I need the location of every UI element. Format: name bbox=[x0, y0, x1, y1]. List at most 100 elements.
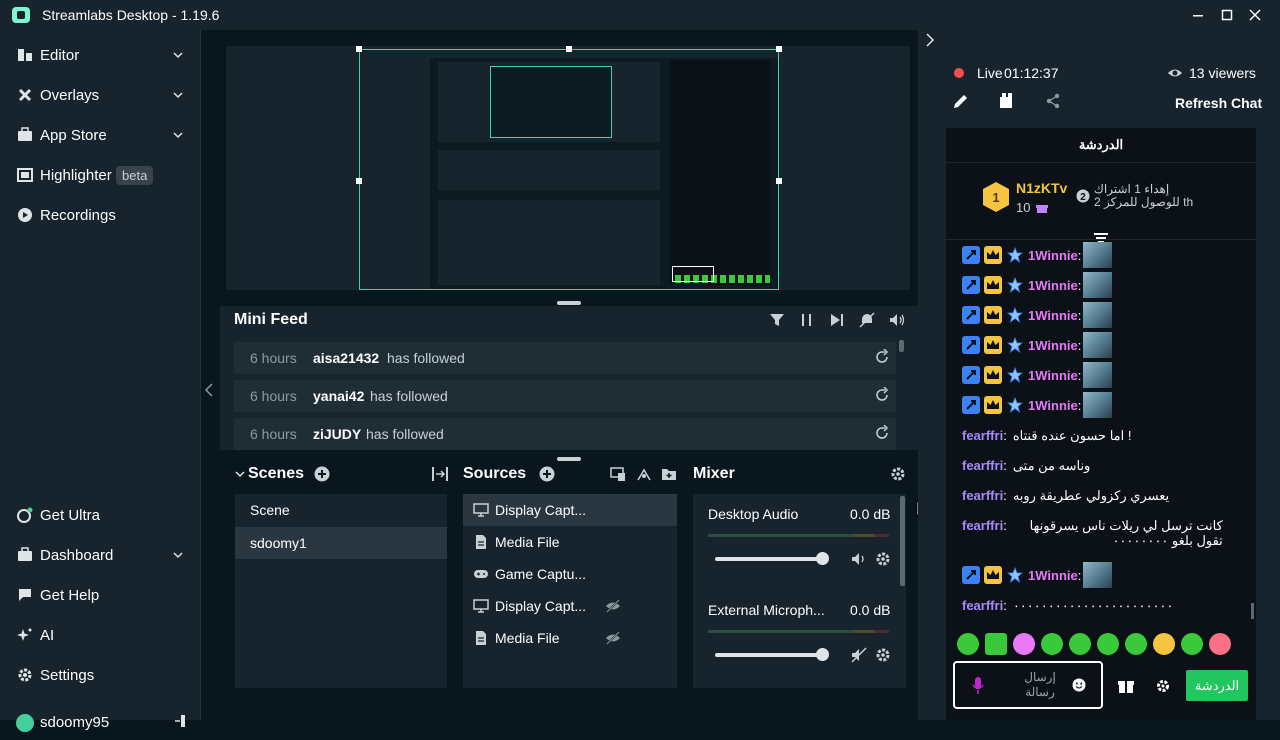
stream-preview[interactable] bbox=[359, 49, 779, 290]
chat-username[interactable]: 1Winnie bbox=[1028, 278, 1078, 293]
chat-username[interactable]: 1Winnie bbox=[1028, 248, 1078, 263]
pause-icon[interactable] bbox=[798, 311, 816, 329]
add-scene-icon[interactable] bbox=[314, 466, 330, 482]
skip-icon[interactable] bbox=[828, 311, 846, 329]
replay-icon[interactable] bbox=[874, 387, 890, 403]
scene-item-selected[interactable]: sdoomy1 bbox=[235, 527, 447, 559]
replay-icon[interactable] bbox=[874, 425, 890, 441]
chat-username[interactable]: fearffri bbox=[962, 518, 1003, 533]
chat-username[interactable]: 1Winnie bbox=[1028, 308, 1078, 323]
chat-username[interactable]: 1Winnie bbox=[1028, 338, 1078, 353]
chat-username[interactable]: fearffri bbox=[962, 488, 1003, 503]
chat-settings-icon[interactable] bbox=[1156, 679, 1170, 693]
panel-resize-handle[interactable] bbox=[557, 457, 581, 461]
emote[interactable] bbox=[957, 633, 979, 655]
replay-icon[interactable] bbox=[874, 349, 890, 365]
edit-stream-icon[interactable] bbox=[952, 92, 970, 110]
maximize-icon[interactable] bbox=[1217, 5, 1237, 25]
emote[interactable] bbox=[1209, 633, 1231, 655]
gift-shop-icon[interactable] bbox=[1118, 678, 1134, 694]
add-source-icon[interactable] bbox=[539, 466, 555, 482]
sidebar-item-highlighter[interactable]: Highlighter beta bbox=[0, 155, 200, 195]
chat-username[interactable]: fearffri bbox=[962, 598, 1003, 613]
sidebar-item-settings[interactable]: Settings bbox=[0, 655, 200, 695]
ai-sparkle-icon bbox=[16, 626, 34, 644]
source-item[interactable]: Game Captu... bbox=[463, 558, 677, 590]
sidebar-item-ai[interactable]: AI bbox=[0, 615, 200, 655]
sidebar-item-editor[interactable]: Editor bbox=[0, 35, 200, 75]
source-item[interactable]: Display Capt... bbox=[463, 590, 677, 622]
moderator-badge-icon bbox=[962, 306, 980, 324]
resize-handle[interactable] bbox=[356, 46, 362, 52]
volume-slider[interactable] bbox=[715, 557, 827, 561]
channel-settings-icon[interactable] bbox=[875, 647, 891, 663]
filter-icon[interactable] bbox=[768, 311, 786, 329]
chat-username[interactable]: 1Winnie bbox=[1028, 398, 1078, 413]
refresh-chat-button[interactable]: Refresh Chat bbox=[1175, 95, 1262, 111]
send-chat-button[interactable]: الدردشة bbox=[1186, 670, 1248, 701]
microphone-icon[interactable] bbox=[971, 676, 985, 696]
feed-time: 6 hours bbox=[250, 350, 297, 366]
scrollbar[interactable] bbox=[1251, 603, 1254, 619]
selective-recording-icon[interactable] bbox=[610, 466, 626, 482]
chevron-down-icon[interactable] bbox=[235, 469, 245, 479]
source-item[interactable]: Media File bbox=[463, 526, 677, 558]
chat-message: fearffri:٠٠٠٠٠٠٠٠٠٠٠٠٠٠٠٠٠٠٠٠٠٠٠ bbox=[962, 590, 1252, 620]
user-account-row[interactable]: sdoomy95 bbox=[0, 710, 200, 740]
chevron-down-icon bbox=[173, 552, 183, 559]
sidebar-item-app-store[interactable]: App Store bbox=[0, 115, 200, 155]
volume-slider-knob[interactable] bbox=[816, 552, 829, 565]
source-item[interactable]: Media File bbox=[463, 622, 677, 654]
minimize-icon[interactable] bbox=[1188, 5, 1208, 25]
chat-username[interactable]: 1Winnie bbox=[1028, 568, 1078, 583]
emote[interactable] bbox=[1181, 633, 1203, 655]
scene-item[interactable]: Scene bbox=[235, 494, 447, 526]
chat-username[interactable]: fearffri bbox=[962, 428, 1003, 443]
crown-badge-icon bbox=[984, 366, 1002, 384]
close-icon[interactable] bbox=[1245, 5, 1265, 25]
sidebar-item-get-ultra[interactable]: Get Ultra bbox=[0, 495, 200, 535]
chat-input[interactable]: إرسال رسالة bbox=[953, 661, 1103, 709]
resize-handle[interactable] bbox=[356, 178, 362, 184]
chat-username[interactable]: fearffri bbox=[962, 458, 1003, 473]
volume-slider-knob[interactable] bbox=[816, 648, 829, 661]
emote[interactable] bbox=[1013, 633, 1035, 655]
resize-handle[interactable] bbox=[776, 46, 782, 52]
eye-hidden-icon[interactable] bbox=[605, 630, 621, 646]
emoji-picker-icon[interactable] bbox=[1072, 678, 1086, 692]
emote[interactable] bbox=[1153, 633, 1175, 655]
emote[interactable] bbox=[985, 633, 1007, 655]
add-folder-icon[interactable] bbox=[661, 466, 677, 482]
emote[interactable] bbox=[1097, 633, 1119, 655]
mute-alerts-icon[interactable] bbox=[858, 311, 876, 329]
speaker-muted-icon[interactable] bbox=[851, 647, 867, 663]
share-icon[interactable] bbox=[1045, 93, 1061, 109]
volume-slider[interactable] bbox=[715, 653, 827, 657]
scrollbar[interactable] bbox=[900, 496, 905, 586]
eye-hidden-icon[interactable] bbox=[605, 598, 621, 614]
sidebar-item-get-help[interactable]: Get Help bbox=[0, 575, 200, 615]
emote[interactable] bbox=[1041, 633, 1063, 655]
scrollbar[interactable] bbox=[899, 340, 904, 352]
logout-icon[interactable] bbox=[174, 714, 186, 728]
chat-username[interactable]: 1Winnie bbox=[1028, 368, 1078, 383]
scene-transition-icon[interactable] bbox=[431, 466, 449, 482]
resize-handle[interactable] bbox=[566, 46, 572, 52]
speaker-icon[interactable] bbox=[851, 551, 867, 567]
channel-settings-icon[interactable] bbox=[875, 551, 891, 567]
sidebar-item-dashboard[interactable]: Dashboard bbox=[0, 535, 200, 575]
chevron-right-icon[interactable] bbox=[925, 33, 935, 47]
emote[interactable] bbox=[1125, 633, 1147, 655]
panel-resize-handle[interactable] bbox=[557, 301, 581, 305]
clip-icon[interactable] bbox=[998, 92, 1016, 110]
dual-output-icon[interactable] bbox=[636, 466, 652, 482]
sidebar-item-overlays[interactable]: Overlays bbox=[0, 75, 200, 115]
collapse-sidebar-icon[interactable] bbox=[204, 382, 214, 398]
sidebar-item-recordings[interactable]: Recordings bbox=[0, 195, 200, 235]
volume-icon[interactable] bbox=[888, 311, 906, 329]
emote[interactable] bbox=[1069, 633, 1091, 655]
mixer-settings-icon[interactable] bbox=[890, 466, 906, 482]
resize-handle[interactable] bbox=[776, 178, 782, 184]
source-item[interactable]: Display Capt... bbox=[463, 494, 677, 526]
sidebar-item-label: App Store bbox=[40, 126, 107, 144]
